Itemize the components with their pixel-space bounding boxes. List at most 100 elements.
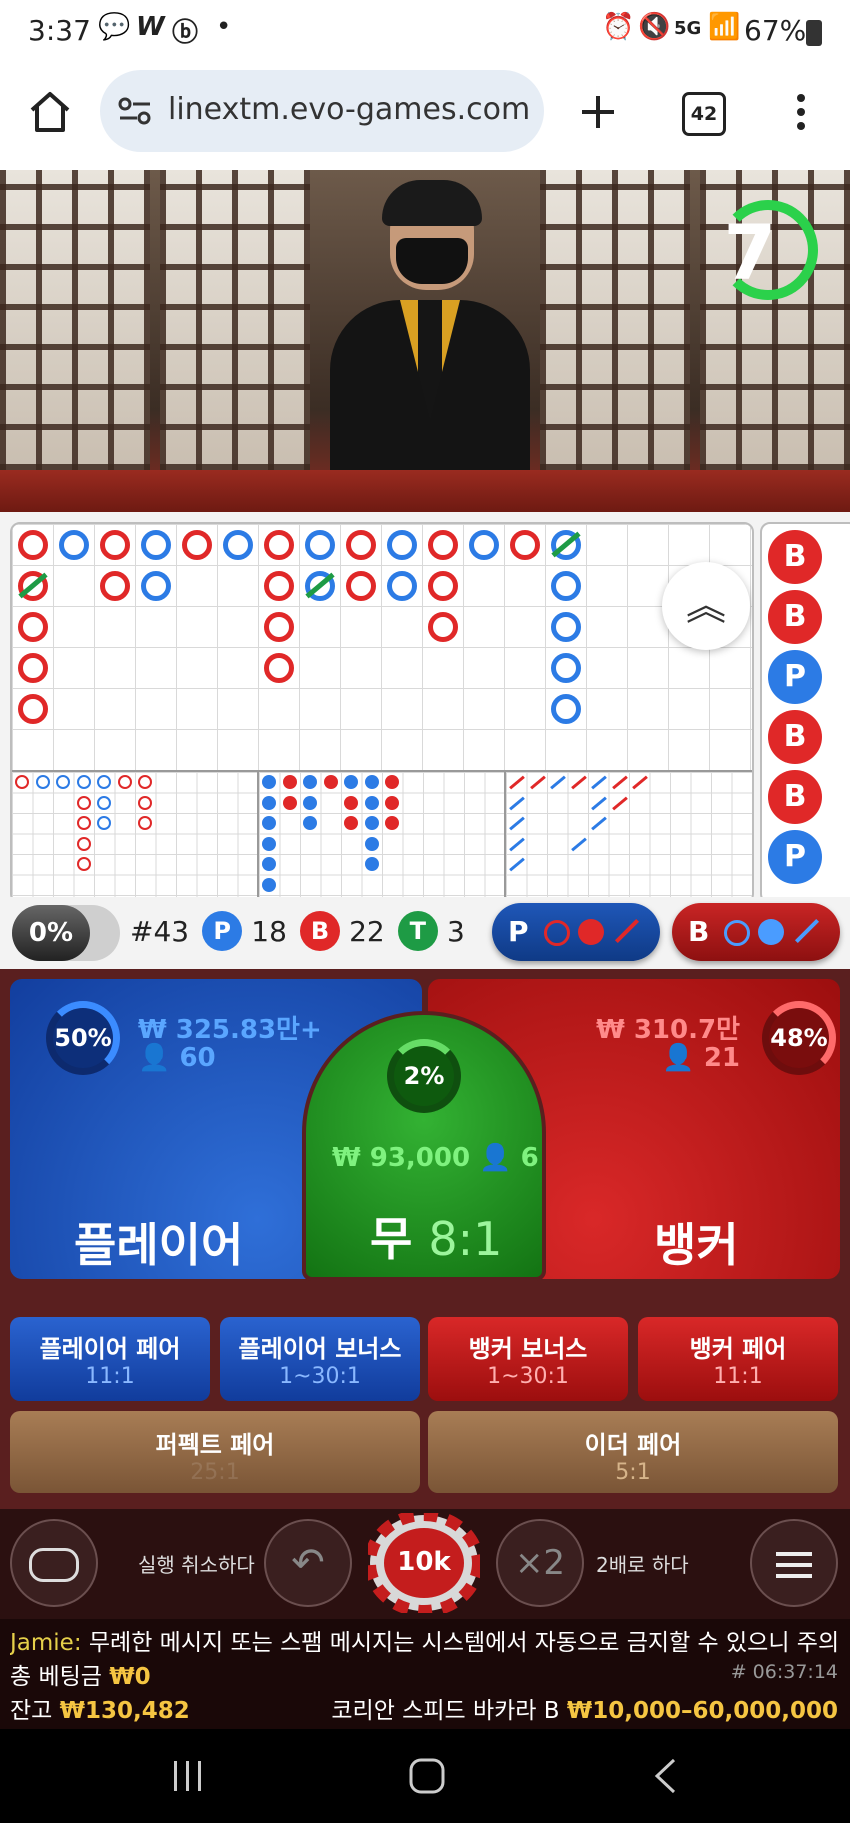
site-settings-icon[interactable] [118, 94, 152, 128]
small-road-mark [344, 816, 358, 830]
player-predict-button[interactable]: P [492, 903, 660, 961]
decor-screen [540, 170, 690, 470]
battery-icon [806, 20, 822, 46]
small-road-mark [262, 795, 276, 810]
big-road-result [427, 570, 458, 601]
banker-amount: ₩ 310.7만 [596, 1015, 740, 1045]
side-bet-payout: 11:1 [85, 1364, 135, 1389]
predict-slash-icon [794, 918, 820, 944]
tie-user-count: 6 [520, 1143, 539, 1173]
collapse-scoreboard-button[interactable]: ︽ [662, 562, 750, 650]
betting-area: 50% ₩ 325.83만+ 👤 60 플레이어 ₩ 310.7만 👤 21 4… [0, 969, 850, 1509]
big-road-result [17, 693, 48, 724]
big-road-result [345, 529, 376, 560]
recent-apps-icon[interactable] [170, 1759, 206, 1793]
big-eye-mark [76, 795, 91, 810]
side-bet-payout: 1~30:1 [487, 1364, 569, 1389]
big-road [12, 524, 752, 770]
more-menu-icon[interactable] [786, 92, 816, 132]
address-bar[interactable]: linextm.evo-games.com [100, 70, 544, 152]
home-icon[interactable] [28, 90, 72, 134]
big-road-result [550, 693, 581, 724]
big-road-result [304, 529, 335, 560]
banker-predict-label: B [688, 915, 710, 948]
small-road-mark [344, 775, 358, 789]
dot-icon: • [216, 12, 232, 42]
signal-icon: 📶 [708, 12, 741, 42]
scoreboard: ︽ B B P B B P [0, 512, 850, 904]
stats-toggle[interactable]: 0% [12, 905, 120, 961]
cockroach-mark [550, 775, 566, 790]
home-nav-icon[interactable] [408, 1757, 446, 1795]
back-icon[interactable] [652, 1757, 678, 1795]
side-bet-payout: 1~30:1 [279, 1364, 361, 1389]
perfect-pair-bet[interactable]: 퍼펙트 페어 25:1 [10, 1411, 420, 1493]
player-percent: 50% [46, 1001, 120, 1075]
cockroach-road [506, 772, 752, 902]
cockroach-mark [632, 775, 648, 790]
cockroach-mark [529, 775, 546, 790]
player-amount: ₩ 325.83만+ [138, 1015, 322, 1045]
double-button[interactable]: ×2 [496, 1519, 584, 1607]
small-road-mark [364, 836, 379, 851]
big-road-result [427, 611, 458, 642]
android-nav-bar [0, 1729, 850, 1823]
big-road-result [140, 529, 171, 560]
chat-text: 무례한 메시지 또는 스팸 메시지는 시스템에서 자동으로 금지할 수 있으니 … [88, 1630, 840, 1656]
table-info: 코리안 스피드 바카라 B ₩10,000–60,000,000 [331, 1691, 838, 1725]
tie-bet-spot[interactable]: 2% ₩ 93,000 👤 6 무 8:1 [302, 1011, 546, 1281]
cockroach-mark [509, 857, 525, 872]
player-pair-bet[interactable]: 플레이어 페어 11:1 [10, 1317, 210, 1401]
menu-button[interactable] [750, 1519, 838, 1607]
balance-label: 잔고 [10, 1698, 53, 1724]
big-road-result [550, 611, 581, 642]
cockroach-mark [509, 816, 525, 831]
tie-count: 3 [446, 914, 465, 948]
stats-bar: 0% #43 P 18 B 22 T 3 P B [0, 897, 850, 969]
player-user-count: 60 [179, 1043, 216, 1073]
big-eye-mark [97, 816, 111, 830]
player-users: 👤 60 [138, 1043, 216, 1073]
double-label: 2배로 하다 [596, 1553, 689, 1577]
big-road-result [263, 529, 294, 560]
user-icon: 👤 [138, 1043, 171, 1073]
tab-switcher-button[interactable]: 42 [682, 92, 726, 136]
bead-result: B [768, 590, 822, 644]
total-bet-value: ₩0 [109, 1664, 151, 1690]
undo-button[interactable]: ↶ [264, 1519, 352, 1607]
banker-pair-bet[interactable]: 뱅커 페어 11:1 [638, 1317, 838, 1401]
big-road-result [222, 529, 253, 560]
lobby-button[interactable] [10, 1519, 98, 1607]
banker-predict-button[interactable]: B [672, 903, 840, 961]
either-pair-label: 이더 페어 [584, 1431, 682, 1459]
big-road-result [58, 529, 89, 560]
cockroach-mark [509, 837, 525, 851]
round-number: #43 [130, 914, 190, 948]
small-road-mark [262, 775, 276, 789]
alarm-icon: ⏰ [602, 12, 635, 42]
small-road-mark [344, 795, 358, 810]
big-eye-mark [76, 836, 91, 851]
player-predict-label: P [508, 915, 529, 948]
player-bonus-bet[interactable]: 플레이어 보너스 1~30:1 [220, 1317, 420, 1401]
either-pair-bet[interactable]: 이더 페어 5:1 [428, 1411, 838, 1493]
status-time: 3:37 [28, 14, 91, 47]
cockroach-mark [509, 775, 525, 790]
banker-bonus-bet[interactable]: 뱅커 보너스 1~30:1 [428, 1317, 628, 1401]
big-road-result [468, 529, 499, 560]
banker-count: 22 [349, 914, 385, 948]
tie-percent: 2% [387, 1039, 461, 1113]
big-eye-mark [76, 816, 91, 830]
hamburger-icon [776, 1552, 812, 1578]
small-road-mark [364, 816, 379, 830]
big-road-result [17, 529, 48, 560]
new-tab-icon[interactable] [578, 92, 618, 132]
user-icon: 👤 [662, 1043, 695, 1073]
game-id: # 06:37:14 [730, 1661, 838, 1683]
total-bet: 총 베팅금 ₩0 [10, 1657, 151, 1691]
big-road-result [386, 570, 417, 601]
small-road-mark [364, 775, 379, 789]
table-edge [0, 470, 850, 512]
bet-controls: 실행 취소하다 ↶ 10k ×2 2배로 하다 [0, 1509, 850, 1619]
stats-percent: 0% [12, 905, 90, 961]
